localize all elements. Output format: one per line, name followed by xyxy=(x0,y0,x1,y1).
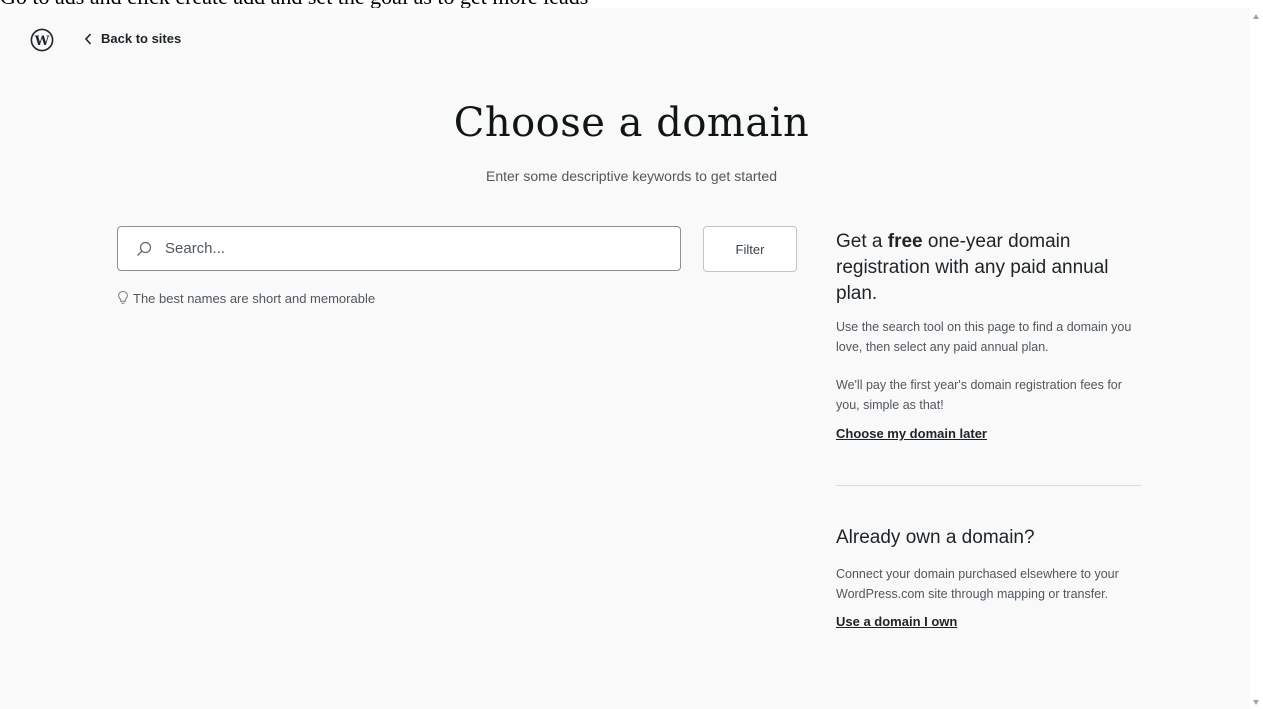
search-tip: The best names are short and memorable xyxy=(117,290,375,306)
own-domain-section: Connect your domain purchased elsewhere … xyxy=(836,564,1146,631)
page-subtitle: Enter some descriptive keywords to get s… xyxy=(485,168,778,184)
choose-domain-later-link[interactable]: Choose my domain later xyxy=(836,426,987,441)
wordpress-logo-icon[interactable]: W xyxy=(30,28,54,52)
svg-text:W: W xyxy=(34,34,50,49)
back-to-sites-link[interactable]: Back to sites xyxy=(84,31,181,46)
page-title: Choose a domain xyxy=(453,100,810,146)
search-icon xyxy=(137,241,152,256)
search-input[interactable] xyxy=(163,226,680,271)
search-tip-text: The best names are short and memorable xyxy=(133,290,376,306)
promo-heading: Get a free one-year domain registration … xyxy=(836,231,1109,304)
promo-paragraph-search: Use the search tool on this page to find… xyxy=(836,320,1132,354)
scroll-up-arrow-icon[interactable] xyxy=(1253,14,1259,19)
free-domain-promo: Get a free one-year domain registration … xyxy=(836,229,1146,443)
task-instruction: Go to ads and click create add and set t… xyxy=(0,0,1240,8)
lightbulb-icon xyxy=(118,290,128,304)
own-domain-paragraph: Connect your domain purchased elsewhere … xyxy=(836,567,1119,601)
section-divider xyxy=(836,485,1141,486)
use-domain-i-own-link[interactable]: Use a domain I own xyxy=(836,614,957,629)
scroll-down-arrow-icon[interactable] xyxy=(1253,700,1259,705)
promo-paragraph-fees: We'll pay the first year's domain regist… xyxy=(836,378,1122,412)
domain-search-box[interactable] xyxy=(117,226,681,271)
chevron-left-icon xyxy=(84,32,92,45)
own-domain-heading: Already own a domain? xyxy=(836,527,1035,548)
promo-heading-free: free xyxy=(887,231,923,252)
back-to-sites-label: Back to sites xyxy=(101,31,182,46)
filter-button[interactable]: Filter xyxy=(703,226,797,272)
